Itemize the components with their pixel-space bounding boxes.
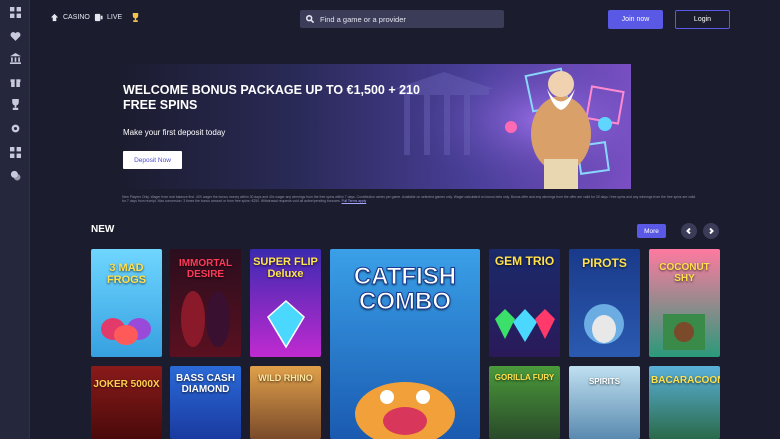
bank-icon[interactable] — [9, 52, 21, 64]
sidebar — [0, 0, 30, 439]
diamond-art — [267, 299, 305, 349]
game-tile[interactable]: GEM TRIO — [489, 249, 560, 357]
game-tile[interactable]: SUPER FLIP Deluxe — [250, 249, 321, 357]
coconut-art — [663, 314, 705, 350]
section-title-new: NEW — [91, 224, 115, 235]
pirots-art — [584, 304, 624, 344]
game-tile[interactable]: WILD RHINO — [250, 366, 321, 439]
game-tile[interactable]: PIROTS — [569, 249, 640, 357]
top-bar: CASINO LIVE — [30, 0, 780, 38]
frogs-art — [101, 318, 151, 345]
game-title: JOKER 5000X — [93, 379, 160, 390]
game-title: CATFISH COMBO — [353, 263, 457, 316]
banner-title: WELCOME BONUS PACKAGE UP TO €1,500 + 210… — [123, 83, 420, 112]
nav-tournaments[interactable] — [131, 13, 140, 22]
search-icon — [306, 15, 314, 23]
trophy-icon[interactable] — [9, 98, 21, 110]
game-title: PIROTS — [582, 256, 627, 270]
nav-casino[interactable]: CASINO — [50, 13, 90, 22]
game-tile-featured[interactable]: CATFISH COMBO — [330, 249, 480, 439]
chat-icon[interactable] — [9, 169, 21, 181]
grid-icon[interactable] — [9, 146, 21, 158]
join-now-button[interactable]: Join now — [608, 10, 663, 29]
game-title: GORILLA FURY — [494, 373, 555, 382]
login-button[interactable]: Login — [675, 10, 730, 29]
prev-arrow-button[interactable] — [681, 223, 697, 239]
game-tile[interactable]: COCONUT SHY — [649, 249, 720, 357]
game-tile[interactable]: BASS CASH DIAMOND — [170, 366, 241, 439]
game-title: SPIRITS — [588, 377, 621, 386]
game-tile[interactable]: SPIRITS — [569, 366, 640, 439]
banner-artwork — [389, 64, 629, 189]
game-title: WILD RHINO — [258, 373, 313, 383]
more-button[interactable]: More — [637, 224, 666, 238]
dashboard-icon[interactable] — [9, 6, 21, 18]
deposit-now-button[interactable]: Deposit Now — [123, 151, 182, 169]
game-tile[interactable]: GORILLA FURY — [489, 366, 560, 439]
gift-icon[interactable] — [9, 75, 21, 87]
live-icon — [94, 13, 103, 22]
nav-live-label: LIVE — [107, 14, 123, 21]
gear-icon[interactable] — [9, 122, 21, 134]
search-bar[interactable] — [300, 10, 504, 28]
casino-icon — [50, 13, 59, 22]
game-tile[interactable]: 3 MAD FROGS — [91, 249, 162, 357]
terms-text: New Players Only. Wager from real balanc… — [122, 195, 700, 204]
game-title: IMMORTAL DESIRE — [178, 258, 233, 280]
game-tile[interactable]: BACARACOON — [649, 366, 720, 439]
welcome-banner: WELCOME BONUS PACKAGE UP TO €1,500 + 210… — [119, 64, 631, 189]
desire-art — [181, 291, 230, 347]
nav-live[interactable]: LIVE — [94, 13, 122, 22]
game-title: BACARACOON — [651, 375, 720, 386]
chevron-left-icon — [686, 228, 691, 234]
next-arrow-button[interactable] — [703, 223, 719, 239]
game-title: SUPER FLIP Deluxe — [253, 256, 318, 280]
game-title: BASS CASH DIAMOND — [176, 373, 235, 395]
terms-body: New Players Only. Wager from real balanc… — [122, 195, 696, 204]
search-input[interactable] — [320, 14, 490, 24]
trophy-nav-icon — [132, 13, 139, 22]
chevron-right-icon — [709, 228, 714, 234]
nav-casino-label: CASINO — [63, 14, 90, 21]
game-title: COCONUT SHY — [659, 262, 710, 284]
heart-icon[interactable] — [9, 30, 21, 42]
gems-art — [495, 309, 555, 342]
game-tile[interactable]: JOKER 5000X — [91, 366, 162, 439]
game-title: 3 MAD FROGS — [106, 262, 147, 286]
game-tile[interactable]: IMMORTAL DESIRE — [170, 249, 241, 357]
catfish-art — [355, 382, 455, 439]
game-title: GEM TRIO — [494, 254, 555, 268]
terms-link[interactable]: Full Terms apply — [342, 199, 367, 203]
banner-subtitle: Make your first deposit today — [123, 128, 226, 137]
